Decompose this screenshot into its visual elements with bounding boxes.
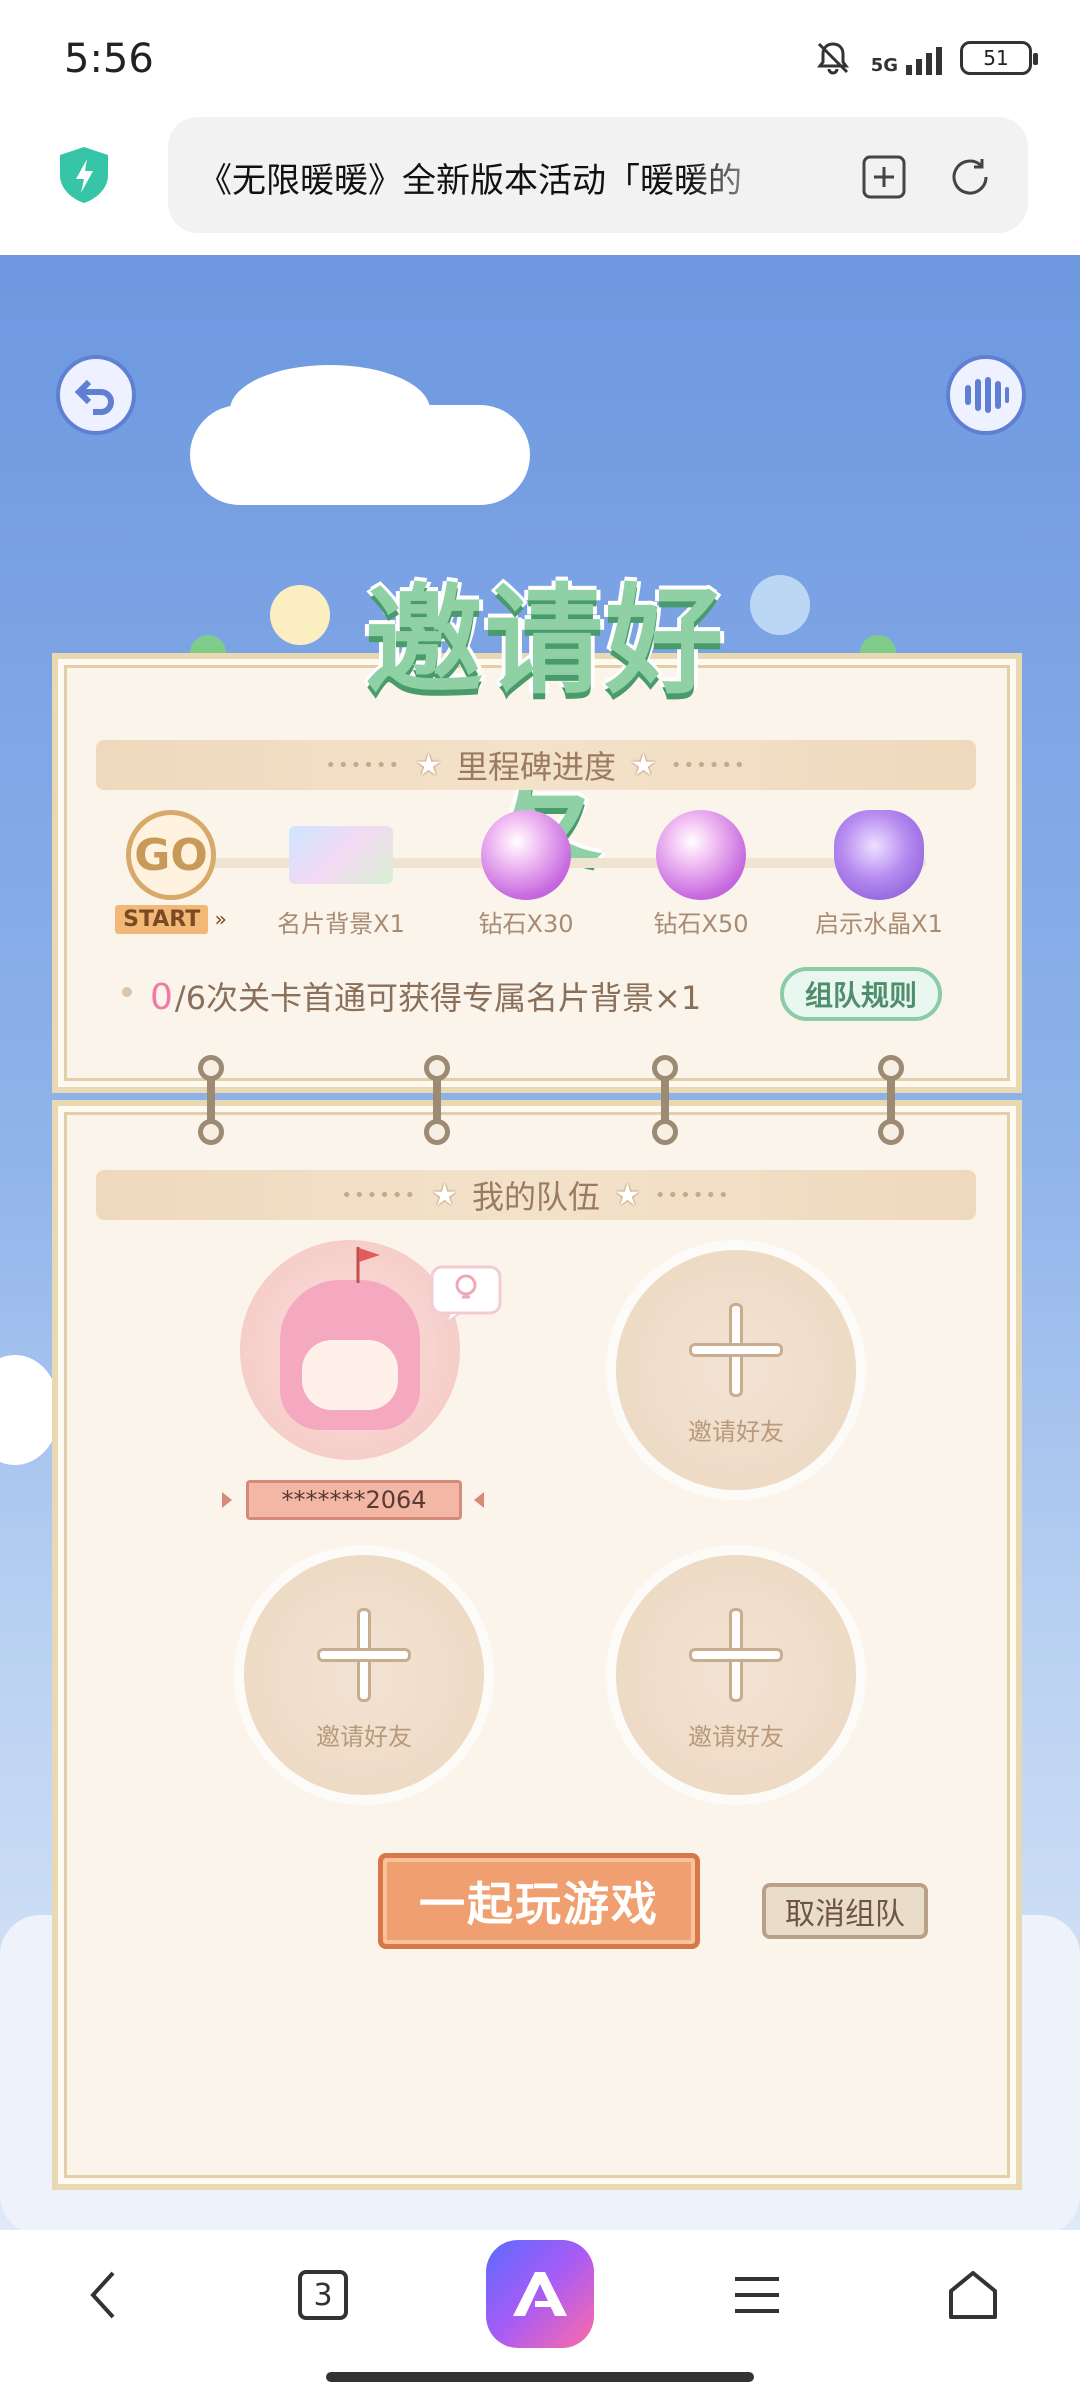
plus-icon xyxy=(692,1306,780,1394)
avatar-character xyxy=(280,1280,420,1430)
status-icons: 5G 51 xyxy=(813,38,1038,78)
plus-icon xyxy=(692,1611,780,1699)
invite-friend-label: 邀请好友 xyxy=(316,1723,412,1751)
tab-count: 3 xyxy=(298,2270,348,2320)
milestone-header-label: 里程碑进度 xyxy=(455,748,616,786)
status-time: 5:56 xyxy=(64,36,154,82)
progress-text: 0 /6次关卡首通可获得专属名片背景×1 xyxy=(122,973,702,1019)
play-together-button[interactable]: 一起玩游戏 xyxy=(378,1853,700,1949)
diamond-icon xyxy=(481,810,571,900)
diamond-icon xyxy=(656,810,746,900)
nav-back-button[interactable] xyxy=(60,2250,150,2340)
home-indicator xyxy=(326,2372,754,2382)
browser-toolbar: 《无限暖暖》全新版本活动「暖暖的 xyxy=(0,115,1080,255)
binder-ring xyxy=(650,1055,680,1145)
crystal-icon xyxy=(834,810,924,900)
cloud-decoration xyxy=(0,1355,60,1465)
star-icon: ★ xyxy=(431,1177,458,1213)
back-arrow-icon xyxy=(74,379,114,415)
team-header: •••••• ★ 我的队伍 ★ •••••• xyxy=(96,1170,976,1220)
battery-level: 51 xyxy=(983,46,1009,70)
milestone-label: 名片背景X1 xyxy=(277,910,405,938)
binder-ring xyxy=(422,1055,452,1145)
cloud-decoration xyxy=(230,365,430,455)
card-background-icon xyxy=(289,826,393,884)
sound-wave-icon xyxy=(965,377,1009,413)
team-rules-button[interactable]: 组队规则 xyxy=(780,967,942,1021)
ai-logo-icon xyxy=(513,2272,567,2316)
address-bar[interactable]: 《无限暖暖》全新版本活动「暖暖的 xyxy=(168,117,1028,233)
team-header-label: 我的队伍 xyxy=(471,1178,600,1216)
browser-nav-bar: 3 xyxy=(0,2230,1080,2400)
binder-ring xyxy=(196,1055,226,1145)
add-bookmark-icon[interactable] xyxy=(858,151,910,203)
go-icon: GO xyxy=(126,810,216,900)
milestone-diamond-50[interactable]: 钻石X50 xyxy=(626,810,776,939)
status-bar: 5:56 5G 51 xyxy=(0,0,1080,115)
security-shield-icon[interactable] xyxy=(56,145,112,205)
menu-button[interactable] xyxy=(712,2250,802,2340)
chevron-left-icon xyxy=(90,2271,115,2319)
back-button[interactable] xyxy=(56,355,136,435)
invite-friend-label: 邀请好友 xyxy=(688,1723,784,1751)
player-avatar[interactable] xyxy=(240,1240,460,1460)
music-button[interactable] xyxy=(946,355,1026,435)
refresh-icon[interactable] xyxy=(944,151,996,203)
milestone-diamond-30[interactable]: 钻石X30 xyxy=(451,810,601,939)
signal-icon: 5G xyxy=(871,41,942,75)
tabs-button[interactable]: 3 xyxy=(278,2250,368,2340)
milestone-label: 启示水晶X1 xyxy=(815,910,943,938)
hamburger-menu-icon xyxy=(735,2277,779,2313)
network-type: 5G xyxy=(870,55,898,76)
name-arrow-right xyxy=(474,1492,484,1508)
milestone-header: •••••• ★ 里程碑进度 ★ •••••• xyxy=(96,740,976,790)
player-name-tag: *******2064 xyxy=(246,1480,462,1520)
home-button[interactable] xyxy=(928,2250,1018,2340)
progress-description: /6次关卡首通可获得专属名片背景×1 xyxy=(174,979,702,1017)
lightbulb-bubble-icon xyxy=(430,1265,502,1325)
milestone-label: 钻石X30 xyxy=(478,910,574,938)
start-label: START xyxy=(115,905,209,934)
invite-friend-slot[interactable]: 邀请好友 xyxy=(616,1250,856,1490)
star-icon: ★ xyxy=(415,747,442,783)
milestone-label: 钻石X50 xyxy=(653,910,749,938)
star-icon: ★ xyxy=(614,1177,641,1213)
star-icon: ★ xyxy=(630,747,657,783)
invite-friend-slot[interactable]: 邀请好友 xyxy=(616,1555,856,1795)
battery-icon: 51 xyxy=(960,41,1038,75)
milestone-start: GO START » xyxy=(96,810,246,934)
name-arrow-left xyxy=(222,1492,232,1508)
team-panel xyxy=(52,1100,1022,2190)
invite-friend-label: 邀请好友 xyxy=(688,1418,784,1446)
flower-decoration xyxy=(270,585,330,645)
home-icon xyxy=(949,2271,997,2319)
bell-muted-icon xyxy=(816,42,849,75)
cancel-team-button[interactable]: 取消组队 xyxy=(762,1883,928,1939)
progress-current: 0 xyxy=(150,977,173,1018)
game-canvas: 邀请好友 •••••• ★ 里程碑进度 ★ •••••• GO START » … xyxy=(0,255,1080,2230)
binder-ring xyxy=(876,1055,906,1145)
invite-friend-slot[interactable]: 邀请好友 xyxy=(244,1555,484,1795)
leader-flag-icon xyxy=(356,1247,380,1283)
milestone-card-background[interactable]: 名片背景X1 xyxy=(266,810,416,939)
milestone-crystal[interactable]: 启示水晶X1 xyxy=(804,810,954,939)
plus-icon xyxy=(320,1611,408,1699)
ai-assistant-button[interactable] xyxy=(486,2240,594,2348)
milestone-track: GO START » 名片背景X1 钻石X30 钻石X50 启示水晶X1 xyxy=(96,810,976,938)
